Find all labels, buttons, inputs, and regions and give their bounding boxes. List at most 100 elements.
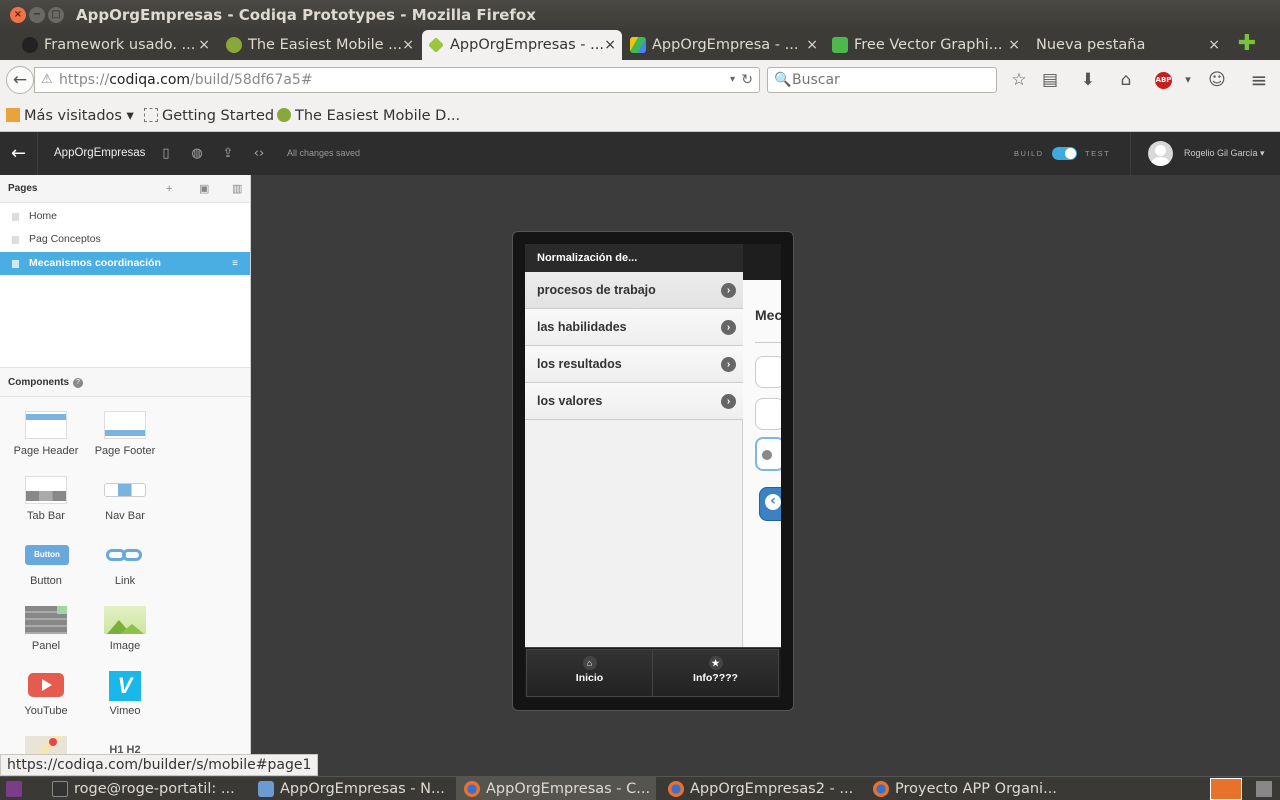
- component-youtube[interactable]: YouTube: [11, 671, 81, 717]
- tab-close-icon[interactable]: ×: [1208, 30, 1220, 60]
- taskbar-item-terminal[interactable]: roge@roge-portatil: ...: [44, 777, 244, 800]
- tab-close-icon[interactable]: ×: [806, 30, 818, 60]
- freepik-icon: [832, 37, 848, 53]
- url-dropdown-icon[interactable]: ▾: [730, 68, 735, 92]
- page-label: Pag Conceptos: [29, 233, 101, 245]
- menu-icon[interactable]: ≡: [1246, 68, 1272, 92]
- map-icon: [25, 736, 67, 755]
- user-menu[interactable]: Rogelio Gil García ▾: [1130, 132, 1280, 175]
- tab-free-vector[interactable]: Free Vector Graphi... ×: [826, 30, 1026, 60]
- component-image[interactable]: Image: [90, 606, 160, 652]
- add-page-icon[interactable]: +: [166, 175, 172, 203]
- tab-easiest-mobile[interactable]: The Easiest Mobile ... ×: [220, 30, 420, 60]
- component-map[interactable]: [11, 736, 81, 755]
- tab-apporgempresas-active[interactable]: AppOrgEmpresas - ... ×: [422, 30, 622, 60]
- search-bar[interactable]: 🔍: [767, 67, 997, 93]
- component-button[interactable]: Button Button: [11, 541, 81, 587]
- tab-google-drive[interactable]: AppOrgEmpresa - ... ×: [624, 30, 824, 60]
- taskbar-item-firefox-3[interactable]: Proyecto APP Organi...: [865, 777, 1065, 800]
- tab-new[interactable]: Nueva pestaña ×: [1008, 30, 1226, 60]
- footer-button-inicio[interactable]: ⌂ Inicio: [526, 649, 653, 697]
- download-icon[interactable]: ⬇: [1075, 68, 1101, 92]
- codiqa-back-button[interactable]: ←: [0, 132, 38, 175]
- component-nav-bar[interactable]: Nav Bar: [90, 476, 160, 522]
- taskbar-item-firefox-active[interactable]: AppOrgEmpresas - C...: [456, 777, 656, 800]
- reader-list-icon[interactable]: ▤: [1037, 68, 1063, 92]
- device-icon[interactable]: ▯: [156, 132, 176, 175]
- arrow-right-icon: ›: [721, 357, 736, 372]
- url-bar[interactable]: ⚠ https://codiqa.com/build/58df67a5# ▾ ↻: [34, 67, 760, 93]
- reload-icon[interactable]: ↻: [741, 68, 753, 92]
- bookmark-most-visited[interactable]: Más visitados ▾: [6, 106, 134, 126]
- list-item[interactable]: los valores ›: [525, 383, 743, 420]
- window-close-button[interactable]: ×: [10, 7, 26, 23]
- window-minimize-button[interactable]: −: [29, 7, 45, 23]
- test-label[interactable]: TEST: [1085, 132, 1110, 175]
- smiley-icon[interactable]: ☺: [1204, 68, 1230, 92]
- build-label[interactable]: BUILD: [1014, 132, 1044, 175]
- page-icon: [144, 108, 158, 122]
- tab-github[interactable]: Framework usado. ... ×: [16, 30, 216, 60]
- adblock-plus-icon[interactable]: ABP: [1155, 72, 1172, 89]
- theme-icon[interactable]: ◍: [187, 132, 207, 175]
- footer-label: Info????: [693, 672, 738, 684]
- component-page-footer[interactable]: Page Footer: [90, 411, 160, 457]
- tab-close-icon[interactable]: ×: [604, 30, 616, 60]
- tab-label: AppOrgEmpresa - ...: [652, 37, 799, 53]
- code-icon[interactable]: ‹›: [249, 132, 269, 175]
- link-icon: [104, 541, 146, 569]
- component-tab-bar[interactable]: Tab Bar: [11, 476, 81, 522]
- trash-icon[interactable]: [1256, 781, 1272, 797]
- page-item-home[interactable]: Home: [0, 205, 250, 228]
- bookmark-getting-started[interactable]: Getting Started: [144, 106, 274, 126]
- nav-toolbar: ← ⚠ https://codiqa.com/build/58df67a5# ▾…: [0, 60, 1280, 100]
- component-panel[interactable]: Panel: [11, 606, 81, 652]
- phone-footer: ⌂ Inicio ★ Info????: [525, 647, 781, 698]
- firefox-icon: [873, 781, 889, 797]
- tab-close-icon[interactable]: ×: [402, 30, 414, 60]
- share-icon[interactable]: ⇪: [218, 132, 238, 175]
- components-list: Page Header Page Footer Tab Bar Nav Bar …: [0, 397, 250, 755]
- delete-page-icon[interactable]: ▥: [232, 175, 242, 203]
- back-button[interactable]: ←: [6, 66, 34, 94]
- user-name[interactable]: Rogelio Gil García ▾: [1184, 132, 1265, 175]
- url-text[interactable]: https://codiqa.com/build/58df67a5#: [59, 68, 313, 92]
- list-item[interactable]: las habilidades ›: [525, 309, 743, 346]
- form-field[interactable]: [755, 398, 781, 430]
- sidebar: Pages + ▣ ▥ Home Pag Conceptos Mecanismo…: [0, 175, 251, 755]
- taskbar-item-netbeans[interactable]: AppOrgEmpresas - N...: [250, 777, 450, 800]
- panel-title: Normalización de...: [525, 244, 743, 272]
- pages-header: Pages + ▣ ▥: [0, 175, 250, 203]
- search-input[interactable]: [792, 70, 992, 90]
- component-page-header[interactable]: Page Header: [11, 411, 81, 457]
- workspace-icon[interactable]: [6, 781, 22, 797]
- heading-icon: H1 H2 H3: [109, 744, 141, 755]
- google-drive-icon: [630, 37, 646, 53]
- build-test-toggle[interactable]: [1052, 147, 1077, 160]
- adblock-dropdown-icon[interactable]: ▾: [1175, 68, 1201, 92]
- component-vimeo[interactable]: V Vimeo: [90, 671, 160, 717]
- copy-page-icon[interactable]: ▣: [199, 175, 209, 203]
- new-tab-button[interactable]: ✚: [1236, 33, 1258, 55]
- tab-close-icon[interactable]: ×: [198, 30, 210, 60]
- help-icon[interactable]: ?: [73, 378, 83, 388]
- component-heading[interactable]: H1 H2 H3: [90, 736, 160, 755]
- drag-handle-icon[interactable]: ≡: [232, 252, 238, 275]
- page-item-pag-conceptos[interactable]: Pag Conceptos: [0, 228, 250, 251]
- bookmark-easiest-mobile[interactable]: The Easiest Mobile D...: [277, 106, 460, 126]
- footer-button-info[interactable]: ★ Info????: [652, 649, 779, 697]
- list-item[interactable]: procesos de trabajo ›: [525, 272, 743, 309]
- bookmark-star-icon[interactable]: ☆: [1006, 68, 1032, 92]
- app-name[interactable]: AppOrgEmpresas: [54, 132, 145, 175]
- home-icon[interactable]: ⌂: [1113, 68, 1139, 92]
- divider: [755, 342, 781, 343]
- select-field[interactable]: [755, 437, 781, 471]
- list-item[interactable]: los resultados ›: [525, 346, 743, 383]
- window-maximize-button[interactable]: □: [48, 7, 64, 23]
- form-field[interactable]: [755, 356, 781, 388]
- back-button-blue[interactable]: [759, 487, 781, 521]
- firefox-tray-icon[interactable]: [1210, 778, 1242, 800]
- taskbar-item-firefox-2[interactable]: AppOrgEmpresas2 - ...: [660, 777, 860, 800]
- component-link[interactable]: Link: [90, 541, 160, 587]
- page-item-mecanismos[interactable]: Mecanismos coordinación ≡: [0, 252, 250, 275]
